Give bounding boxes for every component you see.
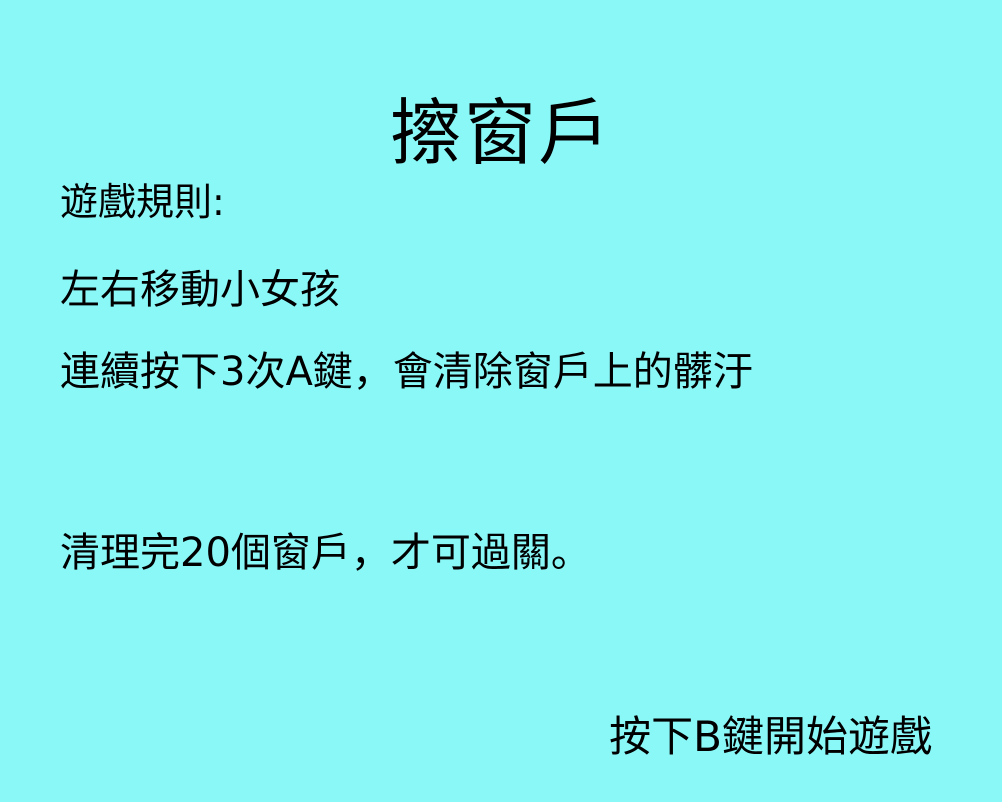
game-title: 擦窗戶 xyxy=(389,91,612,175)
start-game-prompt[interactable]: 按下B鍵開始遊戲 xyxy=(609,708,932,766)
rule-line-clean: 連續按下3次A鍵，會清除窗戶上的髒汙 xyxy=(60,349,753,395)
rule-line-win: 清理完20個窗戶，才可過關。 xyxy=(60,530,591,576)
rules-heading: 遊戲規則: xyxy=(60,180,225,224)
rule-line-move: 左右移動小女孩 xyxy=(60,267,340,313)
game-start-screen: 擦窗戶 遊戲規則: 左右移動小女孩 連續按下3次A鍵，會清除窗戶上的髒汙 清理完… xyxy=(0,0,1002,802)
